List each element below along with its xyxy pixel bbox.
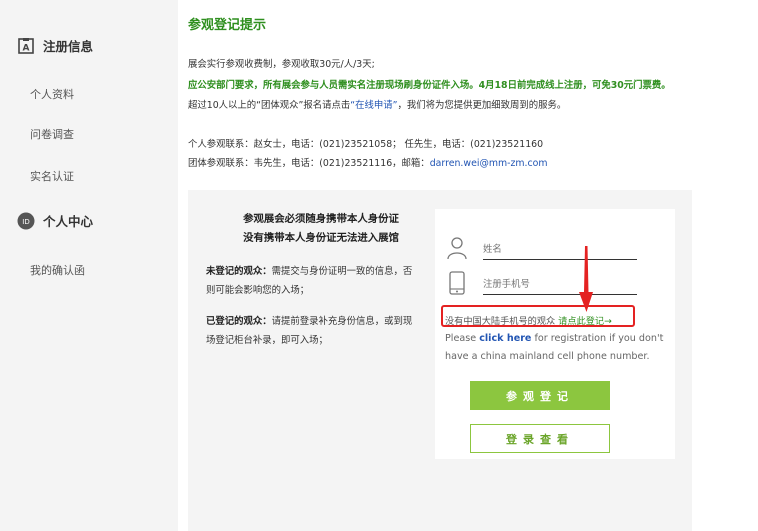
no-china-phone-hint: 没有中国大陆手机号的观众 请点此登记→ (445, 313, 612, 327)
id-badge-text: ID (22, 218, 29, 226)
sidebar-item-survey[interactable]: 问卷调查 (30, 126, 74, 142)
red-arrow-icon (579, 246, 593, 312)
group-notice-prefix: 超过10人以上的“团体观众”报名请点击 (188, 100, 351, 111)
registered-note: 已登记的观众：请提前登录补充身份信息，或到现场登记柜台补录，即可入场； (206, 312, 421, 350)
phone-input[interactable] (483, 275, 637, 295)
english-hint-prefix: Please (445, 333, 480, 344)
sidebar-item-profile[interactable]: 个人资料 (30, 86, 74, 102)
realname-notice: 应公安部门要求，所有展会参与人员需实名注册现场刷身份证件入场。4月18日前完成线… (188, 80, 671, 91)
main-content: 参观登记提示 展会实行参观收费制，参观收取30元/人/3天; 应公安部门要求，所… (188, 0, 758, 531)
sidebar: A 注册信息 个人资料 问卷调查 实名认证 ID 个人中心 我的确认函 (0, 0, 178, 531)
unregistered-note: 未登记的观众：需提交与身份证明一致的信息，否则可能会影响您的入场； (206, 262, 421, 300)
register-here-link[interactable]: 请点此登记→ (558, 316, 612, 327)
no-china-phone-text: 没有中国大陆手机号的观众 (445, 316, 559, 327)
sidebar-section-registration: A 注册信息 (17, 36, 93, 55)
sidebar-section-title: 注册信息 (43, 39, 94, 54)
group-contact-text: 团体参观联系：韦先生，电话：(021)23521116，邮箱： (188, 158, 430, 169)
id-badge-icon: ID (17, 212, 35, 230)
sidebar-section-title: 个人中心 (43, 214, 94, 229)
registration-panel: 参观展会必须随身携带本人身份证 没有携带本人身份证无法进入展馆 未登记的观众：需… (188, 190, 692, 531)
group-email-link[interactable]: darren.wei@mm-zm.com (430, 158, 548, 169)
visit-register-button[interactable]: 参观登记 (470, 381, 610, 410)
sidebar-item-realname[interactable]: 实名认证 (30, 168, 74, 184)
group-notice: 超过10人以上的“团体观众”报名请点击“在线申请”，我们将为您提供更加细致周到的… (188, 97, 566, 111)
id-card-icon: A (17, 37, 35, 55)
group-contact: 团体参观联系：韦先生，电话：(021)23521116，邮箱：darren.we… (188, 155, 548, 169)
registered-label: 已登记的观众： (206, 316, 272, 327)
sidebar-item-confirmation[interactable]: 我的确认函 (30, 262, 85, 278)
id-requirement-heading: 参观展会必须随身携带本人身份证 没有携带本人身份证无法进入展馆 (206, 210, 436, 248)
fee-notice: 展会实行参观收费制，参观收取30元/人/3天; (188, 59, 375, 70)
login-form-card: 没有中国大陆手机号的观众 请点此登记→ Please click here fo… (435, 209, 675, 459)
personal-contact: 个人参观联系：赵女士，电话：(021)23521058； 任先生，电话：(021… (188, 139, 544, 150)
phone-icon (447, 271, 467, 295)
online-apply-link[interactable]: “在线申请” (350, 100, 397, 111)
login-view-button[interactable]: 登录查看 (470, 424, 610, 453)
phone-field-row (447, 271, 637, 301)
svg-text:A: A (23, 43, 30, 53)
group-notice-suffix: ，我们将为您提供更加细致周到的服务。 (397, 100, 567, 111)
name-field-row (447, 236, 637, 266)
user-icon (447, 236, 467, 260)
name-input[interactable] (483, 240, 637, 260)
unregistered-label: 未登记的观众： (206, 266, 272, 277)
id-requirement-line2: 没有携带本人身份证无法进入展馆 (243, 232, 399, 244)
page-title: 参观登记提示 (188, 18, 267, 33)
click-here-link[interactable]: click here (479, 333, 531, 344)
english-hint: Please click here for registration if yo… (445, 330, 667, 366)
sidebar-section-personal-center: ID 个人中心 (17, 211, 93, 230)
id-requirement-line1: 参观展会必须随身携带本人身份证 (243, 213, 399, 225)
